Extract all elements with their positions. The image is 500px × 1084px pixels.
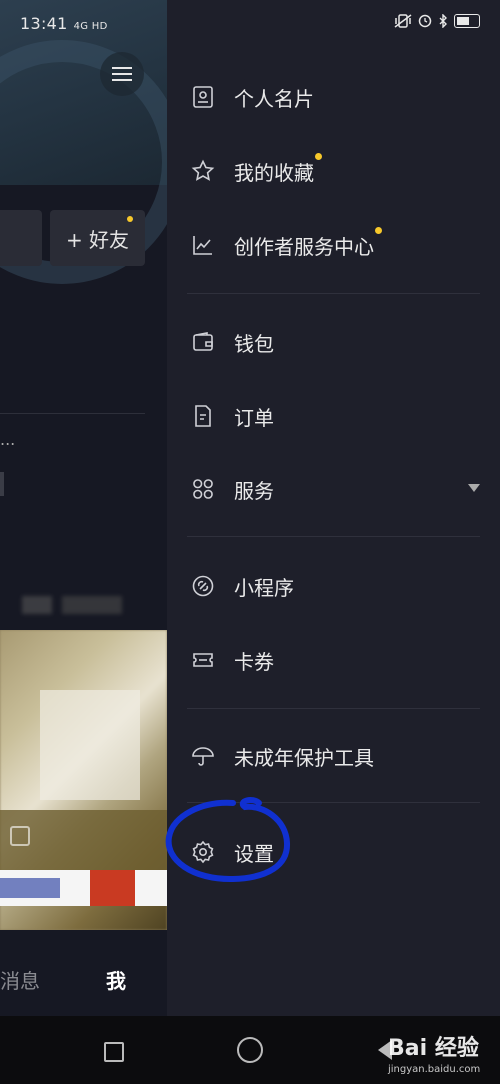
document-icon <box>190 403 216 429</box>
play-icon <box>10 826 30 846</box>
menu-item-wallet[interactable]: 钱包 <box>190 322 480 362</box>
menu-item-label: 订单 <box>234 405 274 430</box>
watermark-site: jingyan.baidu.com <box>388 1064 481 1075</box>
menu-item-profile-card[interactable]: 个人名片 <box>190 77 480 117</box>
menu-item-services[interactable]: 服务 <box>190 469 480 509</box>
menu-item-label: 服务 <box>234 478 274 503</box>
chevron-down-icon[interactable] <box>468 484 480 492</box>
menu-item-mini-programs[interactable]: 小程序 <box>190 566 480 606</box>
menu-item-minor-protection[interactable]: 未成年保护工具 <box>190 736 480 776</box>
alarm-icon <box>418 14 432 28</box>
bluetooth-icon <box>439 14 447 28</box>
profile-card-icon <box>190 84 216 110</box>
menu-item-label: 小程序 <box>234 575 294 600</box>
menu-item-label: 钱包 <box>234 331 274 356</box>
home-button[interactable] <box>237 1037 263 1063</box>
menu-item-label: 未成年保护工具 <box>234 745 374 770</box>
star-icon <box>190 158 216 184</box>
edit-profile-button[interactable] <box>0 210 42 266</box>
divider <box>0 413 145 414</box>
menu-item-coupons[interactable]: 卡券 <box>190 640 480 680</box>
menu-item-label: 我的收藏 <box>234 160 314 185</box>
menu-item-label: 卡券 <box>234 649 274 674</box>
menu-item-creator-center[interactable]: 创作者服务中心 <box>190 225 480 265</box>
menu-item-orders[interactable]: 订单 <box>190 396 480 436</box>
menu-button[interactable] <box>100 52 144 96</box>
notification-dot <box>375 226 382 234</box>
status-time: 13:41 <box>20 14 68 33</box>
truncated-text: ... <box>0 430 16 449</box>
menu-item-favorites[interactable]: 我的收藏 <box>190 151 480 191</box>
ticket-icon <box>190 647 216 673</box>
add-friend-button[interactable]: + 好友 <box>50 210 145 266</box>
tab-me[interactable]: 我 <box>106 965 126 994</box>
grid-icon <box>190 476 216 502</box>
notification-dot <box>127 216 133 222</box>
hamburger-icon <box>112 73 132 75</box>
umbrella-icon <box>190 743 216 769</box>
menu-item-label: 个人名片 <box>234 86 314 111</box>
signal-text: 4G HD <box>73 21 108 32</box>
divider <box>187 293 480 294</box>
profile-page-background: 13:41 4G HD + 好友 ... 消息 我 <box>0 0 167 1016</box>
watermark-brand: Bai 经验 <box>388 1036 479 1061</box>
mini-program-icon <box>190 573 216 599</box>
menu-item-label: 创作者服务中心 <box>234 234 374 259</box>
tab-messages[interactable]: 消息 <box>0 965 40 994</box>
recent-apps-button[interactable] <box>104 1042 124 1062</box>
tag-fragment <box>0 472 4 496</box>
annotation-circle <box>165 797 290 883</box>
video-thumbnail[interactable] <box>0 630 167 930</box>
watermark: Bai 经验 jingyan.baidu.com <box>388 1030 480 1075</box>
chart-line-icon <box>190 232 216 258</box>
wallet-icon <box>190 329 216 355</box>
status-bar-right <box>394 14 480 28</box>
blurred-username <box>22 596 122 614</box>
divider <box>187 536 480 537</box>
status-bar-left: 13:41 4G HD <box>20 14 108 33</box>
divider <box>187 708 480 709</box>
vibrate-icon <box>394 14 412 28</box>
battery-icon <box>454 14 480 28</box>
notification-dot <box>315 152 322 160</box>
add-friend-label: + 好友 <box>65 227 130 252</box>
